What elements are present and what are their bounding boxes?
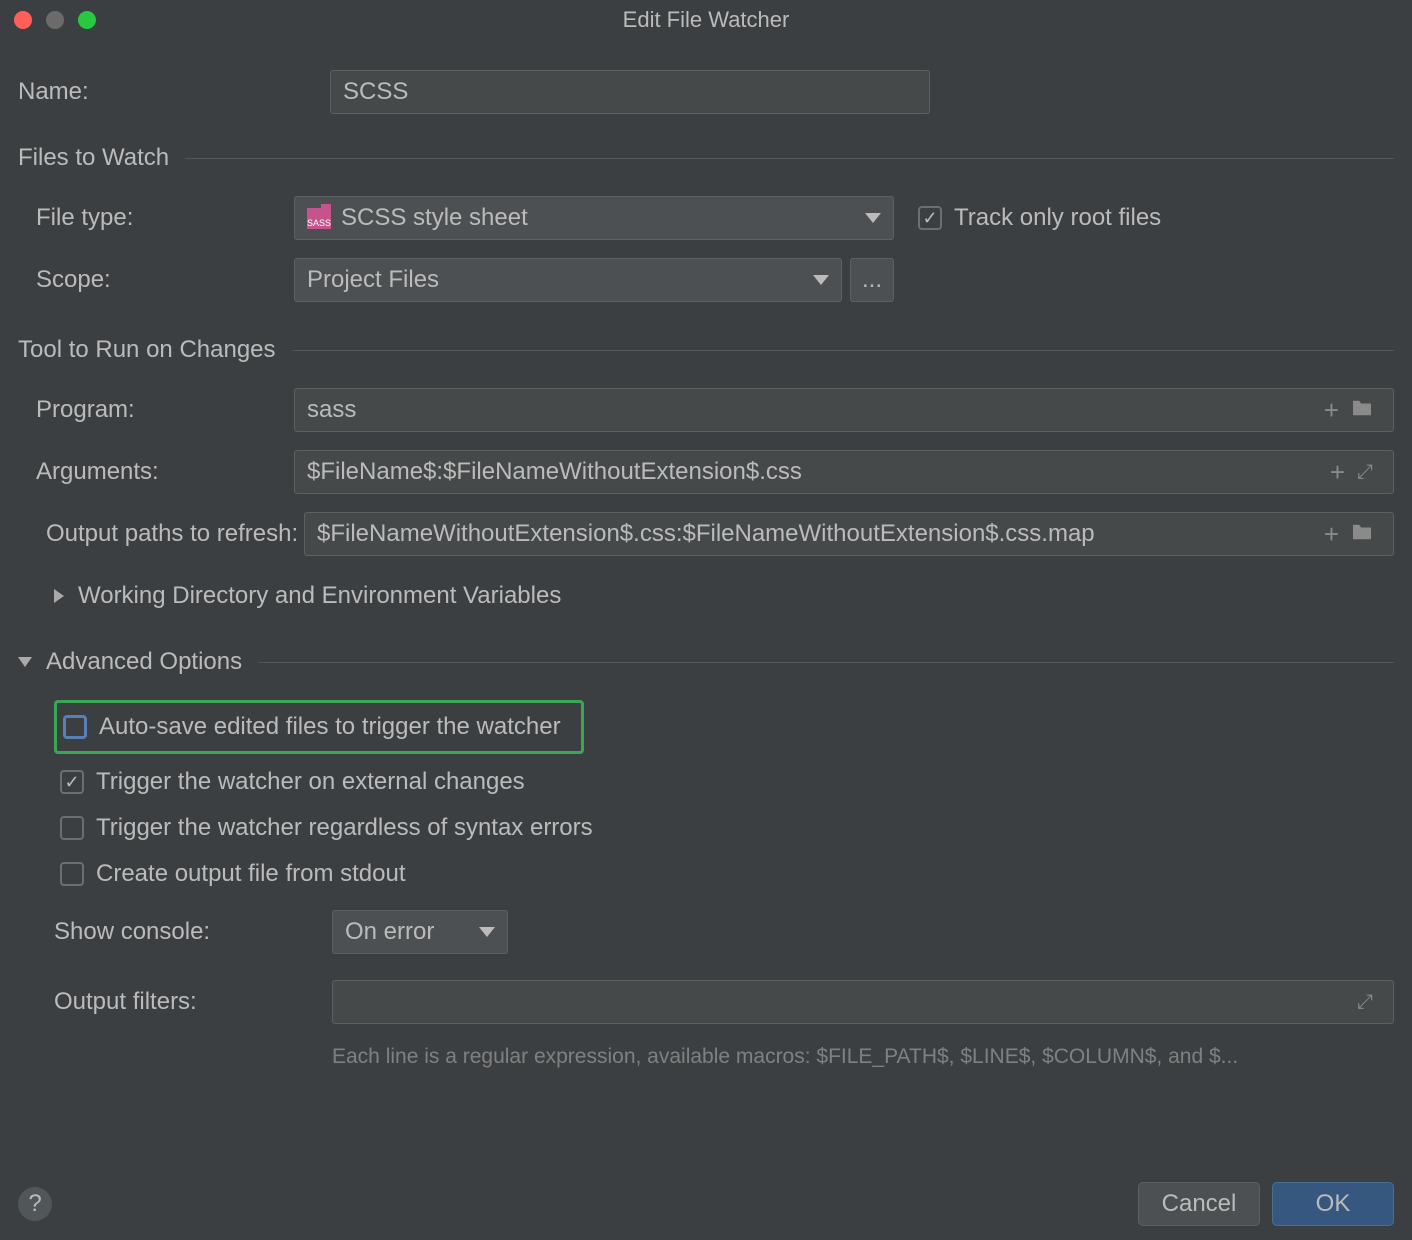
arguments-input[interactable]: $FileName$:$FileNameWithoutExtension$.cs… [294,450,1394,494]
show-console-label: Show console: [54,918,332,946]
divider [292,350,1394,351]
expand-icon[interactable]: ⤢ [1357,991,1373,1014]
file-type-label: File type: [36,204,294,232]
scope-label: Scope: [36,266,294,294]
arguments-value: $FileName$:$FileNameWithoutExtension$.cs… [307,458,802,486]
output-filters-label: Output filters: [54,988,332,1016]
show-console-select[interactable]: On error [332,910,508,954]
scope-select[interactable]: Project Files [294,258,842,302]
create-output-label: Create output file from stdout [96,860,406,888]
advanced-header: Advanced Options [46,648,242,676]
files-to-watch-header: Files to Watch [18,144,169,172]
plus-icon[interactable]: + [1330,457,1345,488]
titlebar: Edit File Watcher [0,0,1412,40]
output-filters-hint: Each line is a regular expression, avail… [332,1045,1238,1068]
external-changes-label: Trigger the watcher on external changes [96,768,525,796]
plus-icon[interactable]: + [1324,395,1339,426]
create-output-checkbox[interactable] [60,862,84,886]
track-root-label: Track only root files [954,204,1161,232]
window-title: Edit File Watcher [14,7,1398,33]
sass-icon: SASS [307,208,331,229]
file-type-select[interactable]: SASS SCSS style sheet [294,196,894,240]
chevron-down-icon [479,927,495,937]
auto-save-label: Auto-save edited files to trigger the wa… [99,713,561,741]
file-type-value: SCSS style sheet [341,204,528,232]
working-dir-toggle[interactable]: Working Directory and Environment Variab… [78,582,561,610]
chevron-down-icon [813,275,829,285]
scope-value: Project Files [307,266,439,294]
arguments-label: Arguments: [36,458,294,486]
chevron-right-icon[interactable] [54,589,64,603]
name-value: SCSS [343,78,408,106]
program-input[interactable]: sass + [294,388,1394,432]
divider [185,158,1394,159]
auto-save-checkbox[interactable] [63,715,87,739]
help-icon: ? [28,1190,41,1218]
regardless-syntax-label: Trigger the watcher regardless of syntax… [96,814,593,842]
scope-more-button[interactable]: ... [850,258,894,302]
folder-icon[interactable] [1351,520,1373,548]
plus-icon[interactable]: + [1324,519,1339,550]
ok-button[interactable]: OK [1272,1182,1394,1226]
output-paths-label: Output paths to refresh: [46,520,304,548]
chevron-down-icon [865,213,881,223]
auto-save-highlight: Auto-save edited files to trigger the wa… [54,700,584,754]
name-input[interactable]: SCSS [330,70,930,114]
output-paths-value: $FileNameWithoutExtension$.css:$FileName… [317,520,1095,548]
program-label: Program: [36,396,294,424]
external-changes-checkbox[interactable] [60,770,84,794]
expand-icon[interactable]: ⤢ [1357,461,1373,484]
track-root-checkbox[interactable] [918,206,942,230]
name-label: Name: [18,78,330,106]
folder-icon[interactable] [1351,396,1373,424]
regardless-syntax-checkbox[interactable] [60,816,84,840]
help-button[interactable]: ? [18,1187,52,1221]
tool-header: Tool to Run on Changes [18,336,276,364]
show-console-value: On error [345,918,434,946]
output-paths-input[interactable]: $FileNameWithoutExtension$.css:$FileName… [304,512,1394,556]
cancel-button[interactable]: Cancel [1138,1182,1260,1226]
ellipsis-icon: ... [862,266,882,294]
output-filters-input[interactable]: ⤢ [332,980,1394,1024]
chevron-down-icon[interactable] [18,657,32,667]
program-value: sass [307,396,356,424]
divider [258,662,1394,663]
